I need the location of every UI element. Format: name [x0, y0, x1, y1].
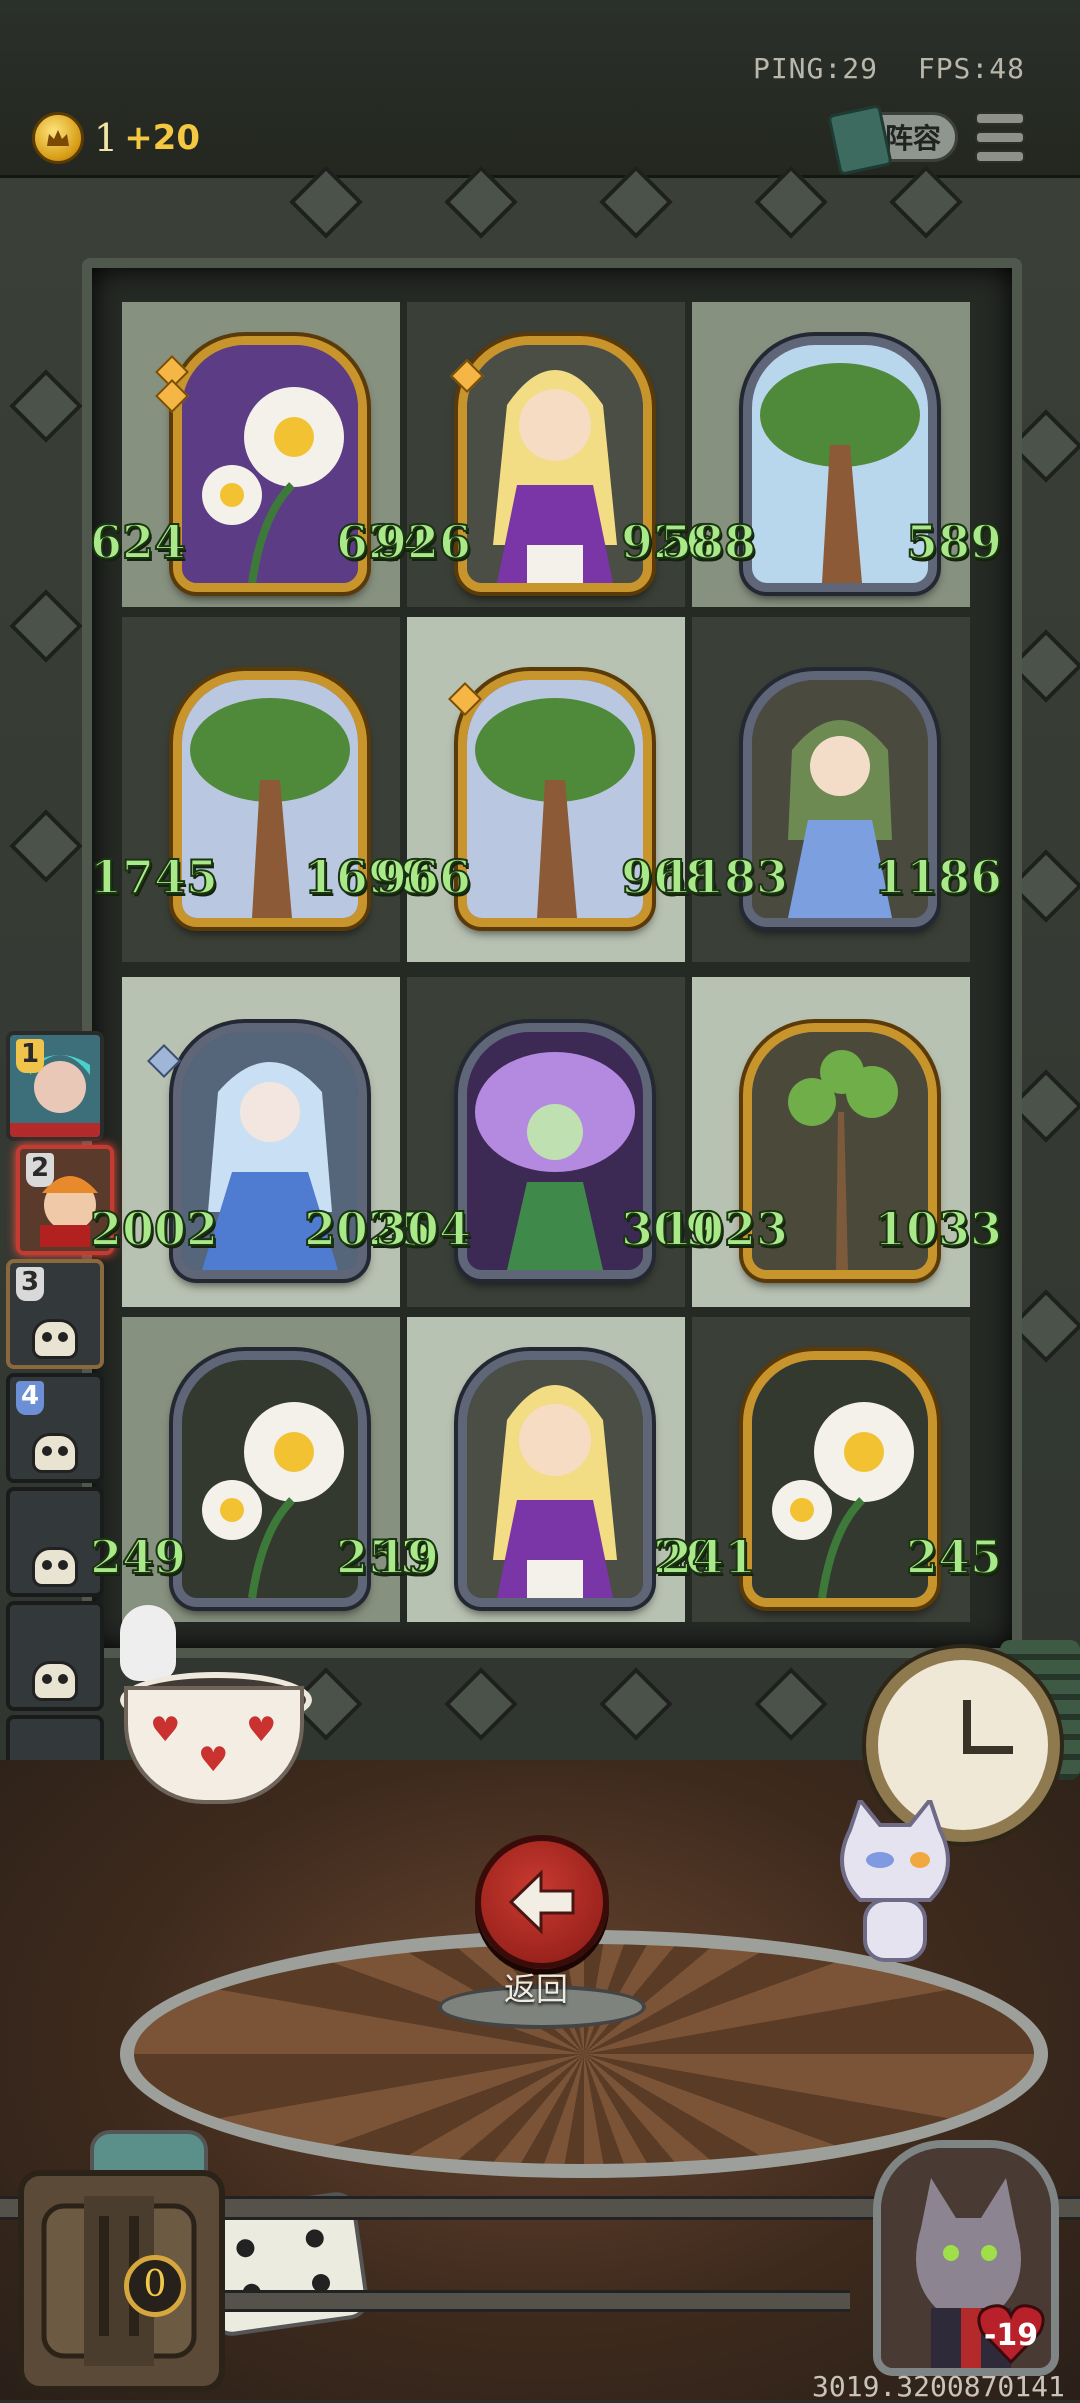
unit-attack: 241: [659, 1529, 757, 1585]
unit-health: 1186: [873, 849, 1003, 905]
unit-attack: 926: [374, 514, 472, 570]
eliminated-skull-icon: [32, 1547, 78, 1587]
chest-icon: [41, 2196, 197, 2366]
unit-attack: 588: [659, 514, 757, 570]
unit-attack: 966: [374, 849, 472, 905]
eliminated-skull-icon: [32, 1661, 78, 1701]
menu-button[interactable]: [975, 112, 1025, 163]
gold-amount: 1: [94, 116, 119, 160]
unit-stats: 241 245: [659, 1529, 1003, 1585]
back-button[interactable]: [475, 1835, 609, 1969]
lineup-book-icon: [827, 104, 893, 176]
unit-health: 589: [905, 514, 1003, 570]
unit-health: 245: [905, 1529, 1003, 1585]
gold-counter: 1 +20: [32, 112, 200, 164]
eliminated-skull-icon: [32, 1319, 78, 1359]
board-cell[interactable]: 1183 1186: [659, 617, 1003, 962]
player-health: -19: [983, 2318, 1039, 2353]
gold-income: +20: [124, 118, 200, 158]
unit-board: 624 624 926 926 588 589 1745 1698 966 96…: [89, 302, 1003, 1622]
bottom-rail: [210, 2290, 850, 2312]
treasure-chest-button[interactable]: [18, 2170, 225, 2392]
board-cell[interactable]: 19 20: [374, 1317, 718, 1622]
board-cell[interactable]: 1745 1698: [89, 617, 433, 962]
unit-stats: 588 589: [659, 514, 1003, 570]
unit-attack: 19: [374, 1529, 440, 1585]
gold-coin-icon: [32, 112, 84, 164]
cat-mascot: [840, 1800, 950, 1962]
board-cell[interactable]: 2002 2025: [89, 977, 433, 1307]
player-health-badge: -19: [976, 2300, 1046, 2366]
arrow-left-icon: [508, 1869, 575, 1935]
unit-attack: 1183: [659, 849, 789, 905]
rank-badge: 4: [16, 1381, 44, 1415]
ping-readout: PING:29: [752, 52, 878, 85]
board-cell[interactable]: 304 309: [374, 977, 718, 1307]
rank-badge: 1: [16, 1039, 44, 1073]
back-label: 返回: [503, 1970, 568, 2008]
network-stats: PING:29 FPS:48: [731, 52, 1025, 85]
bunny-figurine: [120, 1605, 176, 1681]
roster-player-1[interactable]: 1: [6, 1031, 104, 1141]
menu-icon: [975, 112, 1025, 125]
unit-attack: 1023: [659, 1201, 789, 1257]
eliminated-skull-icon: [32, 1433, 78, 1473]
fps-readout: FPS:48: [917, 52, 1025, 85]
roster-player-3[interactable]: 3: [6, 1259, 104, 1369]
rank-badge: 2: [26, 1153, 54, 1187]
chest-count: 0: [124, 2255, 186, 2317]
unit-attack: 1745: [89, 849, 219, 905]
unit-attack: 2002: [89, 1201, 219, 1257]
lineup-label: 阵容: [884, 122, 941, 155]
board-cell[interactable]: 926 926: [374, 302, 718, 607]
roster-player-4[interactable]: 4: [6, 1373, 104, 1483]
unit-health: 1033: [873, 1201, 1003, 1257]
board-cell[interactable]: 624 624: [89, 302, 433, 607]
unit-attack: 249: [89, 1529, 187, 1585]
unit-attack: 624: [89, 514, 187, 570]
board-cell[interactable]: 249 253: [89, 1317, 433, 1622]
lineup-button[interactable]: 阵容: [827, 104, 958, 176]
board-cell[interactable]: 966 968: [374, 617, 718, 962]
roster-player-6[interactable]: [6, 1601, 104, 1711]
board-cell[interactable]: 588 589: [659, 302, 1003, 607]
unit-stats: 1023 1033: [659, 1201, 1003, 1257]
match-seed: 3019.3200870141: [812, 2370, 1065, 2403]
rank-badge: 3: [16, 1267, 44, 1301]
unit-stats: 1183 1186: [659, 849, 1003, 905]
board-cell[interactable]: 241 245: [659, 1317, 1003, 1622]
board-cell[interactable]: 1023 1033: [659, 977, 1003, 1307]
top-hud: PING:29 FPS:48 1 +20 阵容: [0, 0, 1080, 179]
unit-attack: 304: [374, 1201, 472, 1257]
